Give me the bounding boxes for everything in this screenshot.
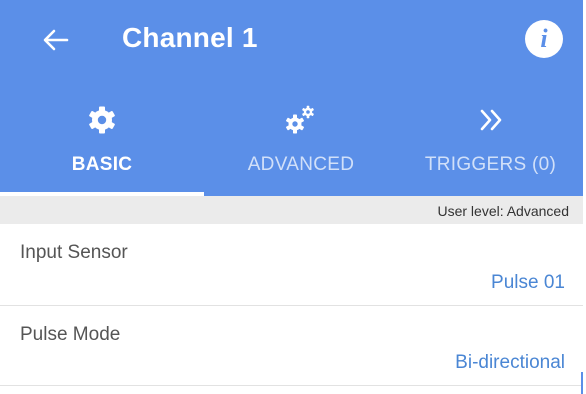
gear-icon bbox=[82, 102, 122, 138]
user-level-text: User level: Advanced bbox=[437, 203, 569, 219]
channel-settings-screen: Channel 1 i BASIC ADVANCED TRIGGERS (0) … bbox=[0, 0, 586, 394]
tab-advanced[interactable]: ADVANCED bbox=[204, 92, 398, 196]
tab-advanced-label: ADVANCED bbox=[247, 154, 355, 175]
info-button[interactable]: i bbox=[525, 20, 563, 58]
tab-basic[interactable]: BASIC bbox=[0, 92, 204, 196]
tab-basic-label: BASIC bbox=[71, 154, 133, 175]
back-button[interactable] bbox=[34, 18, 78, 62]
scroll-thumb[interactable] bbox=[581, 372, 583, 394]
setting-row-pulse-mode[interactable]: Pulse Mode Bi-directional bbox=[0, 306, 583, 385]
setting-row-input-sensor[interactable]: Input Sensor Pulse 01 bbox=[0, 224, 583, 305]
info-icon: i bbox=[540, 24, 548, 53]
gears-icon bbox=[281, 102, 321, 138]
arrow-left-icon bbox=[43, 29, 69, 51]
double-chevron-right-icon bbox=[471, 102, 511, 138]
user-level-bar: User level: Advanced bbox=[0, 196, 583, 224]
page-title: Channel 1 bbox=[122, 22, 258, 53]
tab-triggers[interactable]: TRIGGERS (0) bbox=[398, 92, 583, 196]
setting-label: Input Sensor bbox=[20, 242, 128, 263]
tab-bar: BASIC ADVANCED TRIGGERS (0) bbox=[0, 92, 583, 196]
tab-triggers-label: TRIGGERS (0) bbox=[424, 154, 557, 175]
setting-value: Pulse 01 bbox=[491, 272, 565, 293]
app-bar: Channel 1 i bbox=[0, 0, 583, 80]
row-divider bbox=[0, 385, 583, 386]
header: Channel 1 i BASIC ADVANCED TRIGGERS (0) bbox=[0, 0, 583, 196]
setting-value: Bi-directional bbox=[455, 352, 565, 373]
setting-label: Pulse Mode bbox=[20, 324, 121, 345]
